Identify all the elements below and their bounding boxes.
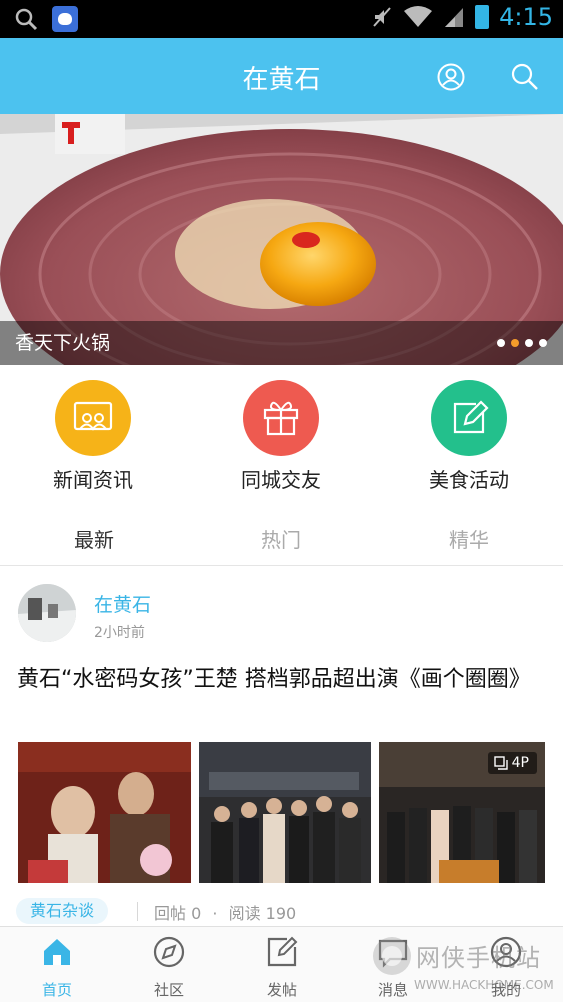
nav-messages[interactable]: 消息 <box>353 935 433 1000</box>
gallery-icon <box>493 756 508 770</box>
compose-icon <box>267 936 298 967</box>
search-icon <box>15 8 38 31</box>
mute-icon <box>373 7 391 27</box>
photo-count: 4P <box>511 755 529 771</box>
divider <box>137 902 138 921</box>
battery-icon <box>475 5 490 29</box>
post-image[interactable]: 4P <box>379 742 545 883</box>
quick-links: 新闻资讯 同城交友 美食活动 <box>0 365 563 505</box>
meta-separator: · <box>212 904 218 923</box>
nav-label: 首页 <box>41 981 72 999</box>
read-count: 阅读 190 <box>228 904 297 923</box>
tab-hot[interactable]: 热门 <box>221 524 341 553</box>
carousel-dot[interactable] <box>497 339 505 347</box>
home-icon <box>44 939 70 965</box>
tab-latest[interactable]: 最新 <box>34 524 154 553</box>
nav-label: 我的 <box>490 981 521 999</box>
quick-link-friends[interactable]: 同城交友 <box>206 380 356 493</box>
banner-caption: 香天下火锅 <box>15 332 111 354</box>
nav-profile[interactable]: 我的 <box>466 935 546 1000</box>
compass-icon <box>153 936 185 968</box>
user-icon[interactable] <box>436 62 466 92</box>
post-meta: 回帖 0 · 阅读 190 <box>154 900 296 924</box>
app-title: 在黄石 <box>242 65 321 95</box>
banner-carousel[interactable]: 香天下火锅 <box>0 114 563 365</box>
post-title[interactable]: 黄石“水密码女孩”王楚 搭档郭品超出演《画个圈圈》 <box>17 664 552 695</box>
quick-link-label: 新闻资讯 <box>53 468 133 492</box>
post-author[interactable]: 在黄石 <box>94 590 151 617</box>
nav-label: 社区 <box>153 981 184 999</box>
profile-icon <box>490 936 522 968</box>
carousel-dot-active[interactable] <box>511 339 519 347</box>
gift-icon <box>243 380 319 456</box>
post-image[interactable] <box>199 742 371 883</box>
search-icon[interactable] <box>510 62 540 92</box>
baidu-app-icon <box>52 6 78 32</box>
message-icon <box>378 939 408 968</box>
nav-post[interactable]: 发帖 <box>242 935 322 1000</box>
reply-count: 回帖 0 <box>154 904 202 923</box>
quick-link-label: 同城交友 <box>241 468 321 492</box>
nav-community[interactable]: 社区 <box>129 935 209 1000</box>
status-bar: 4:15 <box>0 0 563 38</box>
tab-featured[interactable]: 精华 <box>409 524 529 553</box>
quick-link-label: 美食活动 <box>429 468 509 492</box>
post-image[interactable] <box>18 742 191 883</box>
feed-post[interactable]: 在黄石 2小时前 黄石“水密码女孩”王楚 搭档郭品超出演《画个圈圈》 4P 黄石… <box>0 566 563 926</box>
nav-label: 消息 <box>377 981 408 999</box>
post-tag[interactable]: 黄石杂谈 <box>16 898 109 924</box>
wifi-icon <box>404 6 433 27</box>
app-header: 在黄石 <box>0 38 563 114</box>
feed-tabs: 最新 热门 精华 <box>0 510 563 566</box>
quick-link-news[interactable]: 新闻资讯 <box>18 380 168 493</box>
edit-icon <box>431 380 507 456</box>
carousel-dot[interactable] <box>525 339 533 347</box>
signal-icon <box>445 8 464 27</box>
carousel-indicator <box>497 339 547 347</box>
nav-home[interactable]: 首页 <box>17 935 97 1000</box>
avatar[interactable] <box>18 584 76 642</box>
status-time: 4:15 <box>499 3 553 31</box>
nav-label: 发帖 <box>266 981 297 999</box>
photo-count-badge: 4P <box>487 752 537 774</box>
quick-link-food[interactable]: 美食活动 <box>394 380 544 493</box>
news-icon <box>55 380 131 456</box>
carousel-dot[interactable] <box>539 339 547 347</box>
post-timestamp: 2小时前 <box>94 625 145 641</box>
bottom-nav: 首页 社区 发帖 消息 我的 <box>0 926 563 1002</box>
